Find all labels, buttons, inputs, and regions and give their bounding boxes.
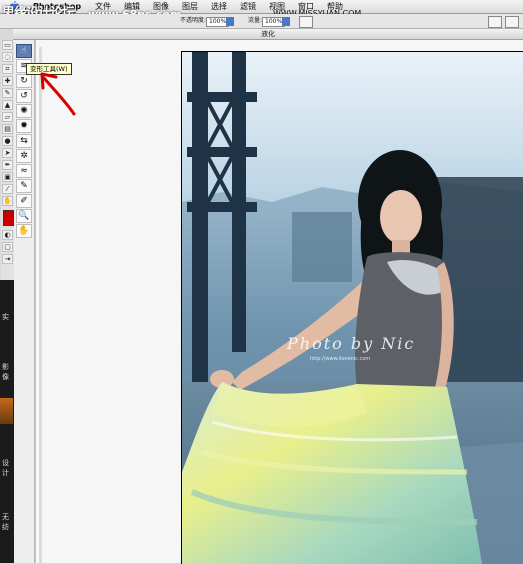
turbulence-tool[interactable]: ≈	[16, 164, 32, 178]
notes-tool-icon[interactable]: ▣	[2, 172, 13, 182]
liquify-toolbar: ☝ ≋ ↻ ↺ ✺ ✹ ⇆ ✲ ≈ ✎ ✐ 🔍 ✋	[14, 40, 35, 563]
photoshop-toolbox: ▭ ◌ ⌗ ✚ ✎ ▲ ▱ ▤ ● ➤ ✒ ▣ ⁄ ✋ ◐ ▢ ⇥	[1, 40, 15, 280]
opacity-dropdown-button[interactable]	[226, 17, 234, 26]
hand-tool-icon[interactable]: ✋	[2, 196, 13, 206]
jump-to-imageready-icon[interactable]: ⇥	[2, 254, 13, 264]
push-left-tool[interactable]: ⇆	[16, 134, 32, 148]
eraser-tool-icon[interactable]: ▱	[2, 112, 13, 122]
twirl-cw-icon: ↻	[20, 76, 28, 86]
hand-tool[interactable]: ✋	[16, 224, 32, 238]
bloat-tool[interactable]: ✹	[16, 119, 32, 133]
pucker-tool[interactable]: ✺	[16, 104, 32, 118]
dodge-tool-icon[interactable]: ●	[2, 136, 13, 146]
desktop-label: 影像	[2, 363, 9, 381]
freeze-mask-tool[interactable]: ✎	[16, 179, 32, 193]
opacity-label: 不透明度:	[180, 17, 207, 24]
menu-filter[interactable]: 滤镜	[240, 0, 256, 13]
menu-select[interactable]: 选择	[211, 0, 227, 13]
eyedropper-tool-icon[interactable]: ⁄	[2, 184, 13, 194]
mirror-tool[interactable]: ✲	[16, 149, 32, 163]
pen-tool-icon[interactable]: ✒	[2, 160, 13, 170]
gradient-tool-icon[interactable]: ▤	[2, 124, 13, 134]
desktop-label: 无纺	[2, 513, 9, 531]
twirl-clockwise-tool[interactable]: ↻	[16, 74, 32, 88]
foreground-color-swatch[interactable]	[3, 210, 14, 226]
desktop-label: 实	[2, 313, 9, 321]
lasso-tool-icon[interactable]: ◌	[2, 52, 13, 62]
quickmask-mode-icon[interactable]: ◐	[2, 230, 13, 240]
turbulence-icon: ≈	[20, 166, 28, 176]
path-select-tool-icon[interactable]: ➤	[2, 148, 13, 158]
screen-mode-icon[interactable]: ▢	[2, 242, 13, 252]
healing-tool-icon[interactable]: ✚	[2, 76, 13, 86]
push-left-icon: ⇆	[20, 136, 28, 146]
photo-watermark-url: http://www.ilovenic.com	[310, 356, 371, 362]
pucker-icon: ✺	[20, 106, 28, 116]
forward-warp-tool[interactable]: ☝	[16, 44, 32, 58]
menu-bar: Photoshop 文件 编辑 图像 图层 选择 滤镜 视图 窗口 帮助	[0, 0, 523, 14]
workspace-button[interactable]	[505, 16, 519, 28]
photo-image	[182, 52, 523, 564]
flow-dropdown-button[interactable]	[282, 17, 290, 26]
freeze-mask-icon: ✎	[20, 181, 28, 191]
red-annotation-arrow-icon	[40, 72, 76, 116]
desktop-label: 设计	[2, 459, 9, 477]
photo-watermark: Photo by Nic	[287, 334, 416, 353]
image-preview-canvas[interactable]: Photo by Nic http://www.ilovenic.com	[181, 51, 523, 564]
preview-frame-edge	[39, 47, 42, 563]
warp-icon: ☝	[21, 46, 27, 56]
airbrush-button[interactable]	[299, 16, 313, 28]
brush-tool-icon[interactable]: ✎	[2, 88, 13, 98]
desktop-background-strip: 实 影像 设计 无纺	[0, 280, 14, 563]
mirror-icon: ✲	[20, 151, 28, 161]
menu-layer[interactable]: 图层	[182, 0, 198, 13]
palette-well-button[interactable]	[488, 16, 502, 28]
flow-label: 流量:	[248, 17, 263, 24]
desktop-thumbnail	[0, 398, 13, 424]
zoom-tool[interactable]: 🔍	[16, 209, 32, 223]
twirl-counterclockwise-tool[interactable]: ↺	[16, 89, 32, 103]
marquee-tool-icon[interactable]: ▭	[2, 40, 13, 50]
thaw-mask-tool[interactable]: ✐	[16, 194, 32, 208]
hand-icon: ✋	[18, 226, 30, 236]
options-bar: 不透明度: 100% 流量: 100%	[0, 14, 523, 29]
zoom-icon: 🔍	[18, 211, 30, 221]
stamp-tool-icon[interactable]: ▲	[2, 100, 13, 110]
liquify-window-title: 液化	[13, 29, 523, 40]
twirl-ccw-icon: ↺	[20, 91, 28, 101]
bloat-icon: ✹	[20, 121, 28, 131]
crop-tool-icon[interactable]: ⌗	[2, 64, 13, 74]
thaw-mask-icon: ✐	[20, 196, 28, 206]
